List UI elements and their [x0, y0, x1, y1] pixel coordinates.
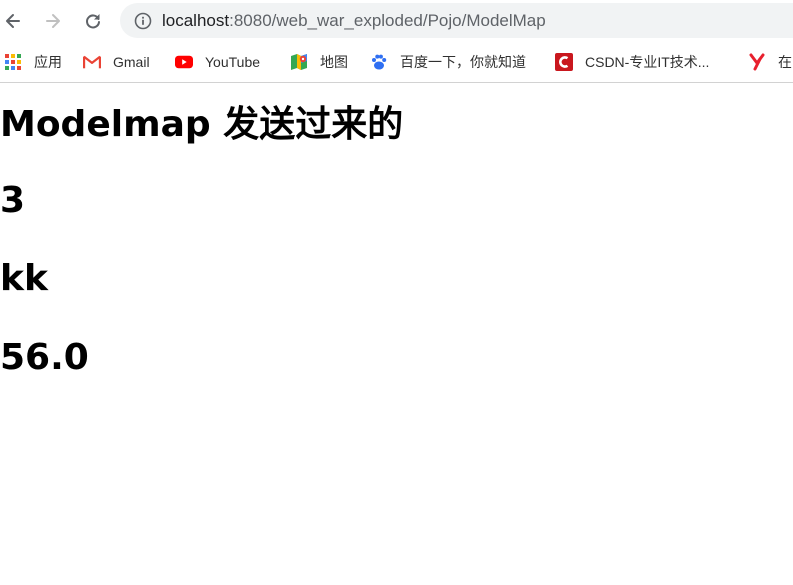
maps-icon [290, 53, 308, 71]
value-heading: 56.0 [0, 337, 89, 378]
bookmark-label: Gmail [113, 54, 150, 70]
url-host: localhost [162, 11, 230, 30]
url-path: :8080/web_war_exploded/Pojo/ModelMap [229, 11, 546, 30]
bookmark-youtube[interactable]: YouTube [175, 51, 260, 73]
page-heading: Modelmap 发送过来的 [0, 104, 404, 145]
bookmark-label: 地图 [320, 54, 348, 70]
bookmark-apps[interactable]: 应用 [4, 51, 62, 73]
csdn-icon [555, 53, 573, 71]
reload-icon[interactable] [80, 8, 106, 34]
bookmark-y[interactable]: 在 [748, 51, 792, 73]
info-icon[interactable] [134, 12, 152, 30]
bookmark-csdn[interactable]: CSDN-专业IT技术... [555, 51, 709, 73]
youtube-icon [175, 53, 193, 71]
back-arrow-icon[interactable] [0, 8, 26, 34]
bookmark-label: 应用 [34, 54, 62, 70]
bookmark-gmail[interactable]: Gmail [83, 51, 150, 73]
forward-arrow-icon[interactable] [40, 8, 66, 34]
browser-toolbar: localhost:8080/web_war_exploded/Pojo/Mod… [0, 0, 793, 42]
bookmark-label: 百度一下，你就知道 [400, 54, 526, 70]
bookmark-label: CSDN-专业IT技术... [585, 54, 710, 70]
value-heading: kk [0, 258, 48, 299]
y-icon [748, 53, 766, 71]
bookmark-label: 在 [778, 54, 792, 70]
baidu-icon [370, 53, 388, 71]
apps-grid-icon [4, 53, 22, 71]
bookmark-baidu[interactable]: 百度一下，你就知道 [370, 51, 526, 73]
value-heading: 3 [0, 180, 26, 221]
url-text[interactable]: localhost:8080/web_war_exploded/Pojo/Mod… [162, 11, 546, 31]
bookmark-maps[interactable]: 地图 [290, 51, 348, 73]
bookmark-label: YouTube [205, 54, 261, 70]
gmail-icon [83, 53, 101, 71]
bookmarks-bar: 应用 Gmail YouTube 地图 百度一下，你就知道 CSDN-专业IT技… [0, 42, 793, 83]
address-bar[interactable]: localhost:8080/web_war_exploded/Pojo/Mod… [120, 3, 793, 38]
